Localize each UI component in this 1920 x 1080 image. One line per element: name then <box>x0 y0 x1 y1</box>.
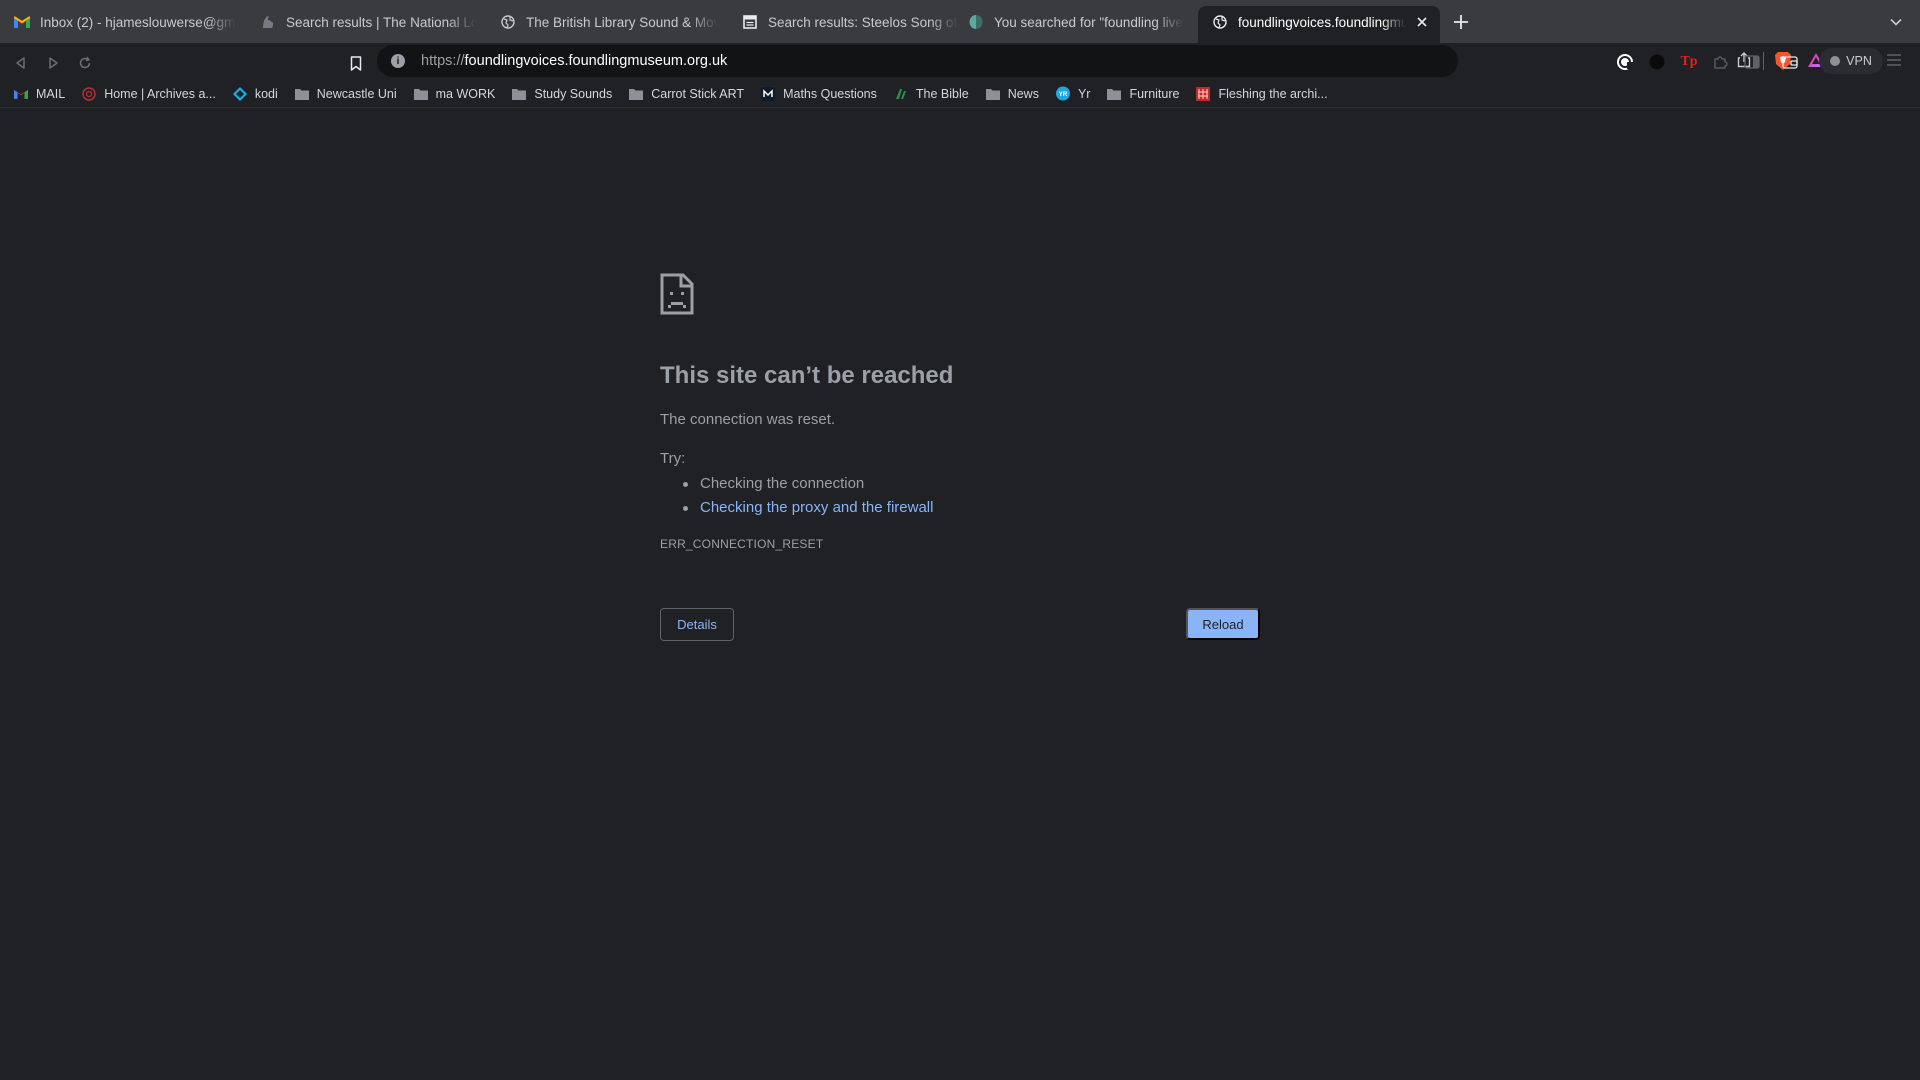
document-icon <box>742 14 758 30</box>
bookmark-fleshing-the-archive[interactable]: Fleshing the archi... <box>1196 86 1328 101</box>
archives-icon <box>82 86 96 101</box>
sidebar-icon[interactable] <box>1742 52 1762 72</box>
gmail-icon <box>14 14 30 30</box>
back-icon <box>16 57 25 69</box>
bookmark-carrot-stick-art[interactable]: Carrot Stick ART <box>629 87 744 101</box>
bookmarks-bar: MAIL Home | Archives a... kodi Newcastle… <box>0 80 1920 108</box>
back-button[interactable] <box>10 52 32 74</box>
tab-title: The British Library Sound & Moving Image <box>526 14 718 30</box>
bookmark-kodi[interactable]: kodi <box>232 86 278 101</box>
details-button[interactable]: Details <box>660 608 734 641</box>
tp-extension-icon[interactable]: Tp <box>1679 52 1699 72</box>
vpn-label: VPN <box>1846 54 1872 68</box>
heritage-fund-icon <box>260 14 276 30</box>
kodi-icon <box>232 86 247 101</box>
error-title: This site can’t be reached <box>660 362 954 389</box>
close-tab-icon[interactable] <box>1414 14 1430 30</box>
tab-steelos[interactable]: Search results: Steelos Song of Steelos <box>728 6 968 38</box>
tab-title: Search results | The National Lottery He… <box>286 14 476 30</box>
suggestion-list: Checking the connection Checking the pro… <box>682 472 933 520</box>
yr-icon: YR <box>1055 86 1070 101</box>
bookmark-archives[interactable]: Home | Archives a... <box>82 87 216 101</box>
bookmark-label: Carrot Stick ART <box>651 86 745 101</box>
globe-icon <box>1212 14 1228 30</box>
bookmark-label: Study Sounds <box>534 86 613 101</box>
tab-gmail[interactable]: Inbox (2) - hjameslouwerse@gmail.com <box>0 6 246 38</box>
reload-icon <box>79 56 91 69</box>
bookmark-furniture[interactable]: Furniture <box>1107 87 1179 101</box>
bookmark-label: The Bible <box>915 86 969 101</box>
fleshing-icon <box>1196 86 1211 101</box>
bookmark-label: ma WORK <box>435 86 496 101</box>
bookmark-label: News <box>1007 86 1039 101</box>
folder-icon <box>629 87 644 101</box>
suggestion-check-proxy-link[interactable]: Checking the proxy and the firewall <box>682 496 933 520</box>
main-menu-icon[interactable] <box>1886 53 1904 71</box>
bookmark-label: Home | Archives a... <box>104 86 216 101</box>
wallet-icon[interactable] <box>1780 52 1800 72</box>
tab-title: foundlingvoices.foundlingmuseum.org.uk <box>1238 14 1406 30</box>
folder-icon <box>985 87 1000 101</box>
try-label: Try: <box>660 450 686 467</box>
bookmark-button[interactable] <box>345 52 367 74</box>
forward-button[interactable] <box>42 52 64 74</box>
dark-circle-extension-icon[interactable] <box>1647 52 1667 72</box>
extensions-puzzle-icon[interactable] <box>1710 52 1730 72</box>
tab-heritage-fund[interactable]: Search results | The National Lottery He… <box>246 6 486 38</box>
bookmark-label: MAIL <box>36 86 66 101</box>
bookmark-newcastle-uni[interactable]: Newcastle Uni <box>294 86 397 101</box>
omnibox-divider <box>1763 52 1764 70</box>
forward-icon <box>49 57 58 69</box>
gmail-icon <box>14 87 28 101</box>
bookmark-label: Maths Questions <box>783 86 877 101</box>
reload-toolbar-button[interactable] <box>74 52 96 74</box>
bookmark-label: kodi <box>254 86 278 101</box>
tab-foundling-search[interactable]: You searched for "foundling lives" - <box>954 6 1194 38</box>
bible-icon <box>894 87 908 101</box>
url-host: foundlingvoices.foundlingmuseum.org.uk <box>464 53 728 69</box>
bookmark-mail[interactable]: MAIL <box>14 87 65 101</box>
bookmark-maths-questions[interactable]: Maths Questions <box>761 86 877 101</box>
grammarly-extension-icon[interactable] <box>1615 52 1635 72</box>
bookmark-label: Furniture <box>1129 86 1180 101</box>
vpn-status-icon <box>1830 56 1841 66</box>
tab-title: Search results: Steelos Song of Steelos <box>768 14 958 30</box>
site-info-icon[interactable]: i <box>391 54 405 68</box>
tab-foundling-voices[interactable]: foundlingvoices.foundlingmuseum.org.uk <box>1198 6 1440 43</box>
bookmark-study-sounds[interactable]: Study Sounds <box>512 87 612 101</box>
tab-search-chevron-icon[interactable] <box>1889 12 1909 32</box>
bookmark-label: Newcastle Uni <box>316 86 397 101</box>
folder-icon <box>294 87 309 101</box>
bookmark-the-bible[interactable]: The Bible <box>894 87 969 101</box>
tab-strip: Inbox (2) - hjameslouwerse@gmail.com Sea… <box>0 0 1920 43</box>
url-text[interactable]: https://foundlingvoices.foundlingmuseum.… <box>421 53 727 69</box>
new-tab-button[interactable] <box>1450 11 1472 33</box>
sad-page-icon <box>659 272 695 316</box>
folder-icon <box>413 87 428 101</box>
error-code: ERR_CONNECTION_RESET <box>660 537 824 551</box>
bookmark-label: Yr <box>1077 86 1091 101</box>
globe-icon <box>500 14 516 30</box>
bookmark-label: Fleshing the archi... <box>1218 86 1328 101</box>
suggestion-check-connection: Checking the connection <box>682 472 933 496</box>
bookmark-news[interactable]: News <box>985 86 1039 101</box>
error-description: The connection was reset. <box>660 411 836 428</box>
foundling-icon <box>968 14 984 30</box>
address-bar[interactable]: i https://foundlingvoices.foundlingmuseu… <box>377 45 1824 77</box>
bookmark-yr[interactable]: YR Yr <box>1055 86 1091 101</box>
reload-button[interactable]: Reload <box>1186 608 1260 640</box>
url-scheme: https:// <box>421 53 465 69</box>
folder-icon <box>1107 87 1122 101</box>
tab-title: You searched for "foundling lives" - <box>994 14 1184 30</box>
folder-icon <box>512 87 527 101</box>
vpn-button[interactable]: VPN <box>1819 48 1883 74</box>
toolbar: i https://foundlingvoices.foundlingmuseu… <box>0 43 1920 81</box>
svg-text:YR: YR <box>1059 92 1068 98</box>
tab-british-library[interactable]: The British Library Sound & Moving Image <box>486 6 728 38</box>
maths-icon <box>761 86 776 101</box>
bookmark-ma-work[interactable]: ma WORK <box>413 86 496 101</box>
bookmark-icon <box>350 55 362 71</box>
tab-title: Inbox (2) - hjameslouwerse@gmail.com <box>40 14 236 30</box>
